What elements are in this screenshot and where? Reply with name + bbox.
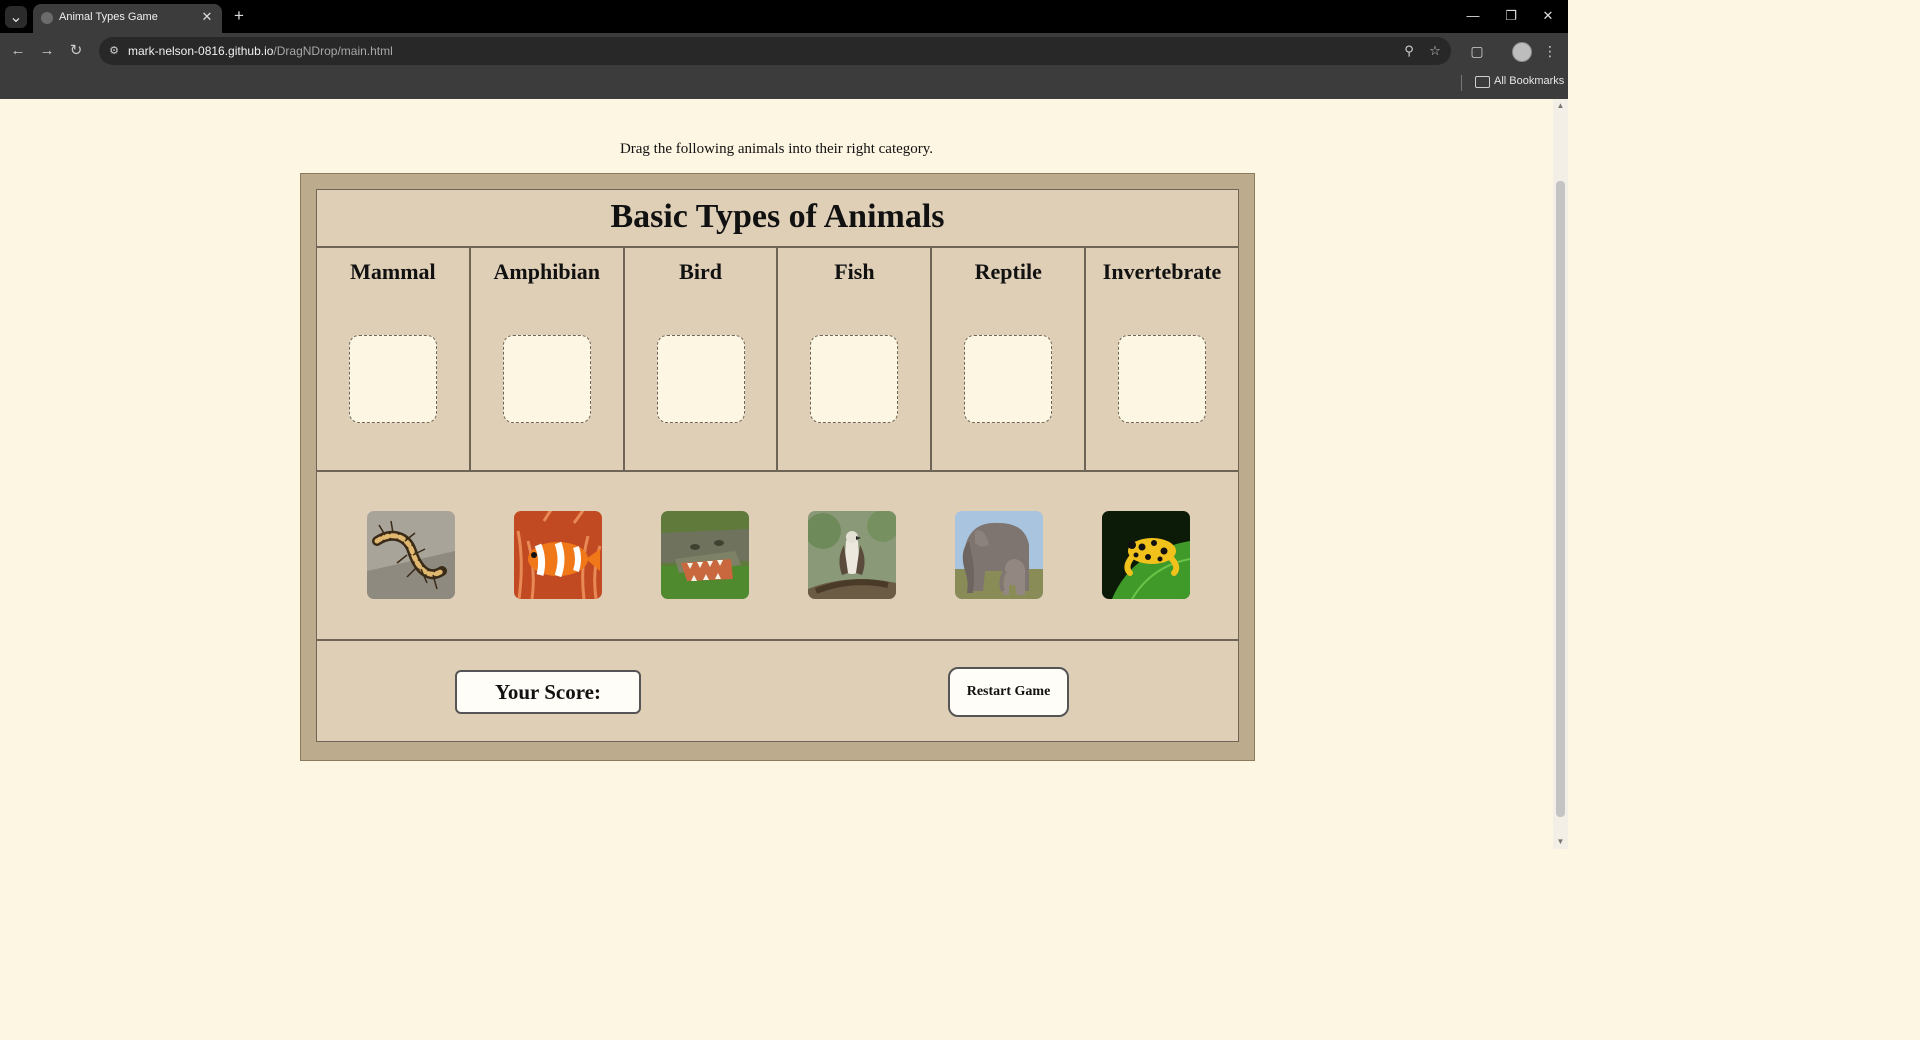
url-path: /DragNDrop/main.html: [273, 44, 393, 58]
browser-tab-strip: ⌄ Animal Types Game ✕ + — ❐ ✕: [0, 0, 1568, 33]
close-icon[interactable]: ✕: [198, 8, 216, 26]
category-fish: Fish: [778, 247, 933, 470]
game-frame: Basic Types of Animals Mammal Amphibian …: [300, 173, 1255, 761]
score-display: Your Score:: [455, 670, 641, 714]
address-bar[interactable]: ⚙ mark-nelson-0816.github.io/DragNDrop/m…: [99, 37, 1451, 65]
instruction-text: Drag the following animals into their ri…: [619, 141, 934, 157]
tab-title: Animal Types Game: [59, 11, 158, 23]
browser-toolbar: ← → ↻ ⚙ mark-nelson-0816.github.io/DragN…: [0, 33, 1568, 69]
bookmarks-bar: All Bookmarks: [0, 69, 1568, 99]
category-bird: Bird: [625, 247, 779, 470]
divider: [1461, 75, 1462, 91]
category-label: Fish: [834, 259, 875, 284]
category-label: Bird: [679, 259, 722, 284]
game-board: Basic Types of Animals Mammal Amphibian …: [316, 189, 1239, 742]
globe-icon: [41, 12, 53, 24]
category-label: Mammal: [350, 259, 436, 284]
category-label: Amphibian: [493, 259, 600, 284]
url-host: mark-nelson-0816.github.io: [128, 44, 274, 58]
drop-zone-mammal[interactable]: [348, 335, 437, 423]
chevron-down-icon: ⌄: [9, 9, 23, 26]
window-close-icon[interactable]: ✕: [1536, 6, 1560, 26]
new-tab-button[interactable]: +: [229, 6, 249, 26]
minimize-icon[interactable]: —: [1461, 6, 1485, 26]
elephant-image[interactable]: [955, 511, 1043, 599]
centipede-image[interactable]: [367, 511, 455, 599]
scroll-thumb[interactable]: [1556, 181, 1565, 817]
profile-avatar[interactable]: [1512, 42, 1532, 62]
drop-zone-invertebrate[interactable]: [1118, 335, 1207, 423]
drop-zone-bird[interactable]: [656, 335, 745, 423]
category-label: Reptile: [974, 259, 1042, 284]
menu-dots-icon[interactable]: ⋮: [1540, 41, 1560, 61]
score-row: Your Score: Restart Game: [317, 641, 1238, 741]
all-bookmarks-button[interactable]: All Bookmarks: [1494, 75, 1564, 87]
category-invertebrate: Invertebrate: [1086, 247, 1238, 470]
category-row: Mammal Amphibian Bird Fish Reptile Inver…: [317, 247, 1238, 472]
back-arrow-icon[interactable]: ←: [8, 41, 28, 61]
drop-zone-amphibian[interactable]: [502, 335, 591, 423]
extensions-icon[interactable]: ▢: [1467, 41, 1487, 61]
forward-arrow-icon[interactable]: →: [37, 41, 57, 61]
url-text[interactable]: mark-nelson-0816.github.io/DragNDrop/mai…: [128, 44, 393, 58]
reload-icon[interactable]: ↻: [66, 41, 86, 61]
category-reptile: Reptile: [932, 247, 1087, 470]
drop-zone-fish[interactable]: [810, 335, 899, 423]
folder-icon: [1475, 76, 1490, 88]
page-title: Basic Types of Animals: [317, 190, 1238, 248]
animal-tray: [317, 471, 1238, 641]
scroll-up-icon[interactable]: ▲: [1556, 101, 1565, 111]
eagle-image[interactable]: [808, 511, 896, 599]
clownfish-image[interactable]: [514, 511, 602, 599]
page-scrollbar[interactable]: ▲ ▼: [1553, 99, 1568, 849]
category-amphibian: Amphibian: [471, 247, 625, 470]
category-mammal: Mammal: [317, 247, 471, 470]
browser-tab-active[interactable]: Animal Types Game ✕: [33, 4, 222, 33]
star-icon[interactable]: ☆: [1427, 43, 1443, 59]
tab-search-button[interactable]: ⌄: [5, 6, 27, 28]
drop-zone-reptile[interactable]: [964, 335, 1053, 423]
site-info-icon[interactable]: ⚙: [107, 44, 121, 58]
frog-image[interactable]: [1102, 511, 1190, 599]
restart-game-button[interactable]: Restart Game: [948, 667, 1069, 717]
zoom-icon[interactable]: ⚲: [1401, 43, 1417, 59]
category-label: Invertebrate: [1102, 259, 1222, 284]
restore-icon[interactable]: ❐: [1499, 6, 1523, 26]
scroll-down-icon[interactable]: ▼: [1556, 837, 1565, 847]
crocodile-image[interactable]: [661, 511, 749, 599]
